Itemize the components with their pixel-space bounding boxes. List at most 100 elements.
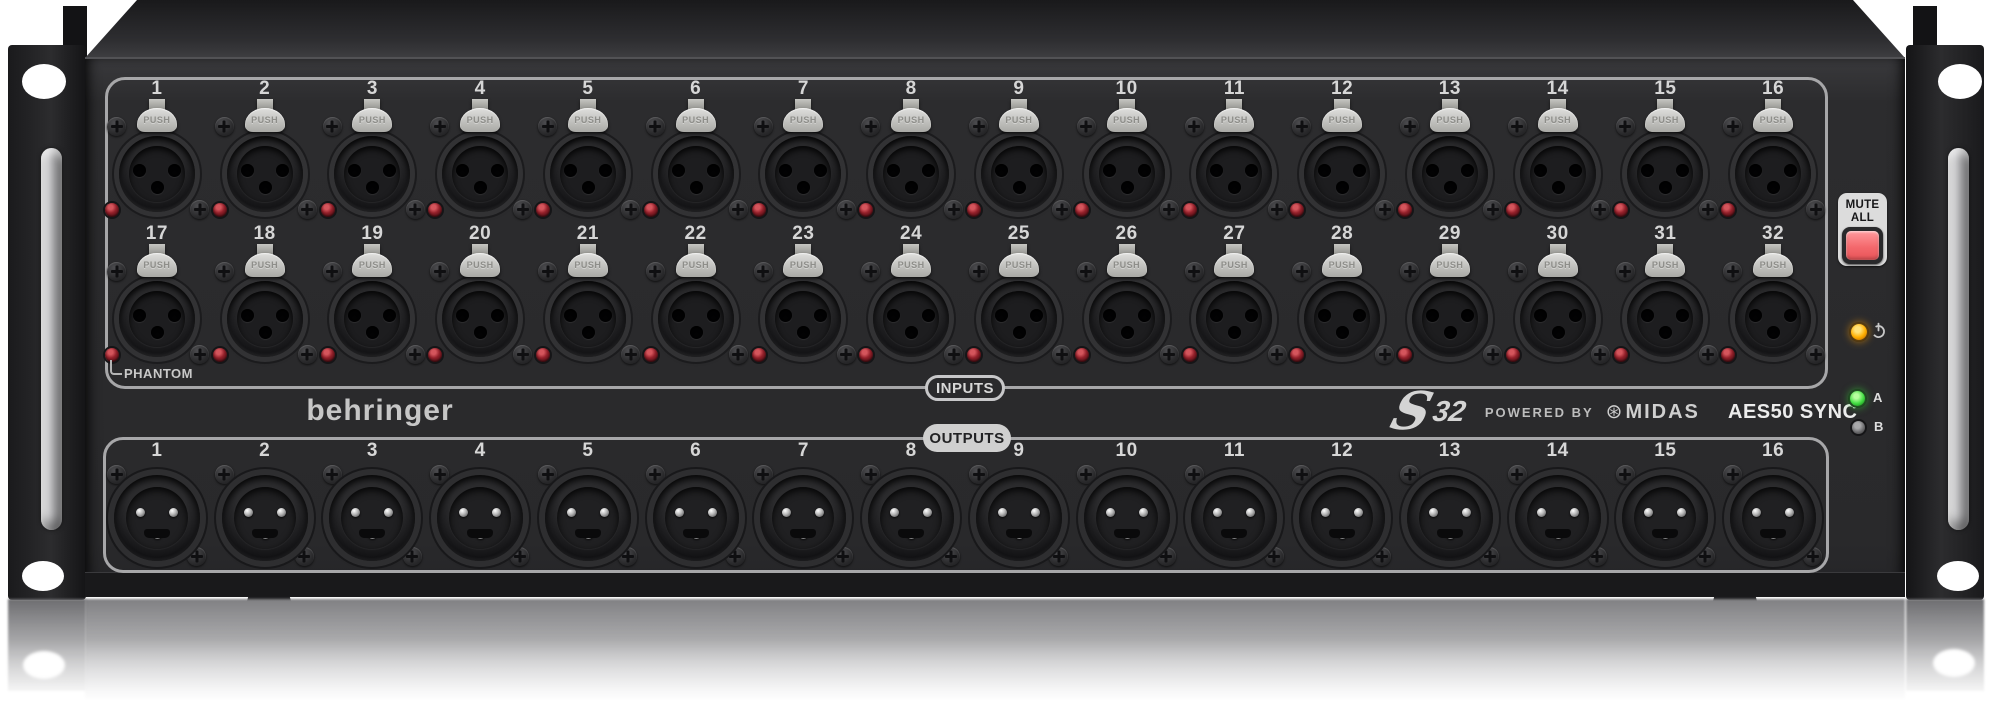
phantom-power-led	[1721, 203, 1735, 217]
xlr-connector-face	[880, 487, 942, 549]
xlr-input-jack: 5 PUSH	[534, 78, 642, 228]
panel-screw	[538, 262, 557, 281]
xlr-female-connector	[1196, 281, 1272, 357]
push-release-tab[interactable]: PUSH	[1753, 108, 1793, 132]
xlr-output-jack: 11	[1181, 440, 1289, 568]
xlr-connector-face	[775, 146, 831, 202]
xlr-connector-face	[772, 487, 834, 549]
xlr-latch-slot	[467, 529, 493, 538]
input-number-label: 6	[690, 78, 701, 100]
phantom-power-led	[1506, 203, 1520, 217]
push-release-tab[interactable]: PUSH	[137, 108, 177, 132]
xlr-connector-face	[1422, 146, 1478, 202]
push-release-tab[interactable]: PUSH	[1214, 253, 1254, 277]
push-release-tab[interactable]: PUSH	[245, 108, 285, 132]
push-release-tab[interactable]: PUSH	[568, 253, 608, 277]
push-release-tab[interactable]: PUSH	[1107, 108, 1147, 132]
xlr-female-connector	[873, 136, 949, 212]
midas-logo-icon: ⊛	[1606, 402, 1623, 422]
xlr-output-jack: 5	[534, 440, 642, 568]
xlr-output-jack: 15	[1612, 440, 1720, 568]
xlr-male-connector	[545, 475, 631, 561]
push-release-tab[interactable]: PUSH	[1645, 108, 1685, 132]
xlr-connector-face	[1530, 146, 1586, 202]
panel-screw	[834, 547, 853, 566]
push-release-tab[interactable]: PUSH	[783, 253, 823, 277]
xlr-female-connector	[765, 281, 841, 357]
input-number-label: 32	[1762, 223, 1784, 245]
push-release-tab[interactable]: PUSH	[1322, 253, 1362, 277]
panel-screw	[944, 200, 963, 219]
xlr-male-connector	[114, 475, 200, 561]
push-release-tab[interactable]: PUSH	[568, 108, 608, 132]
input-number-label: 26	[1116, 223, 1138, 245]
push-release-tab[interactable]: PUSH	[1322, 108, 1362, 132]
panel-screw	[1591, 200, 1610, 219]
xlr-output-jack: 12	[1288, 440, 1396, 568]
output-number-label: 10	[1116, 440, 1138, 462]
xlr-connector-face	[991, 291, 1047, 347]
push-release-tab[interactable]: PUSH	[999, 253, 1039, 277]
output-number-label: 12	[1331, 440, 1353, 462]
rack-mount-hole	[1937, 561, 1979, 591]
xlr-female-connector	[1304, 136, 1380, 212]
push-release-tab[interactable]: PUSH	[783, 108, 823, 132]
panel-screw	[1375, 200, 1394, 219]
xlr-input-jack: 6 PUSH	[642, 78, 750, 228]
xlr-connector-face	[1422, 291, 1478, 347]
input-number-label: 31	[1654, 223, 1676, 245]
xlr-connector-face	[237, 146, 293, 202]
xlr-female-connector	[981, 136, 1057, 212]
push-release-tab[interactable]: PUSH	[352, 108, 392, 132]
push-release-tab[interactable]: PUSH	[676, 108, 716, 132]
aes50-sync-label: AES50 SYNC	[1728, 401, 1858, 424]
input-number-label: 29	[1439, 223, 1461, 245]
push-release-tab[interactable]: PUSH	[1645, 253, 1685, 277]
mute-all-label-line2: ALL	[1838, 212, 1887, 225]
panel-screw	[298, 345, 317, 364]
push-release-tab[interactable]: PUSH	[1214, 108, 1254, 132]
push-release-tab[interactable]: PUSH	[1107, 253, 1147, 277]
power-icon	[1870, 322, 1887, 339]
push-release-tab[interactable]: PUSH	[1538, 253, 1578, 277]
phantom-power-led	[1398, 348, 1412, 362]
rack-handle-left[interactable]	[41, 148, 62, 530]
push-release-tab[interactable]: PUSH	[352, 253, 392, 277]
rack-handle-right[interactable]	[1948, 148, 1969, 530]
push-release-tab[interactable]: PUSH	[1753, 253, 1793, 277]
push-release-tab[interactable]: PUSH	[245, 253, 285, 277]
panel-screw	[1696, 547, 1715, 566]
stagebox-photo: 1 PUSH 2 PUSH 3 PUSH	[0, 0, 2000, 701]
push-release-tab[interactable]: PUSH	[891, 253, 931, 277]
input-number-label: 27	[1223, 223, 1245, 245]
push-release-tab[interactable]: PUSH	[1538, 108, 1578, 132]
xlr-input-jack: 13 PUSH	[1396, 78, 1504, 228]
xlr-output-jack: 16	[1719, 440, 1827, 568]
inputs-row-2: 17 PUSH 18 PUSH 19 PUSH	[103, 223, 1827, 378]
push-release-tab[interactable]: PUSH	[1430, 253, 1470, 277]
panel-screw	[1508, 465, 1527, 484]
push-release-tab[interactable]: PUSH	[891, 108, 931, 132]
push-release-tab[interactable]: PUSH	[460, 253, 500, 277]
xlr-connector-face	[1527, 487, 1589, 549]
phantom-power-led	[967, 203, 981, 217]
xlr-connector-face	[344, 146, 400, 202]
xlr-input-jack: 20 PUSH	[426, 223, 534, 378]
phantom-power-led	[1075, 203, 1089, 217]
panel-screw	[1292, 465, 1311, 484]
panel-screw	[837, 200, 856, 219]
push-release-tab[interactable]: PUSH	[1430, 108, 1470, 132]
push-release-tab[interactable]: PUSH	[460, 108, 500, 132]
output-number-label: 13	[1439, 440, 1461, 462]
xlr-female-connector	[1412, 136, 1488, 212]
mute-all-button[interactable]	[1842, 227, 1883, 264]
push-release-tab[interactable]: PUSH	[676, 253, 716, 277]
panel-screw	[1292, 262, 1311, 281]
panel-screw	[1265, 547, 1284, 566]
output-number-label: 9	[1013, 440, 1024, 462]
behringer-logo: behringer	[230, 394, 530, 428]
sync-a-label: A	[1873, 390, 1882, 405]
push-release-tab[interactable]: PUSH	[999, 108, 1039, 132]
push-release-tab[interactable]: PUSH	[137, 253, 177, 277]
input-number-label: 1	[151, 78, 162, 100]
